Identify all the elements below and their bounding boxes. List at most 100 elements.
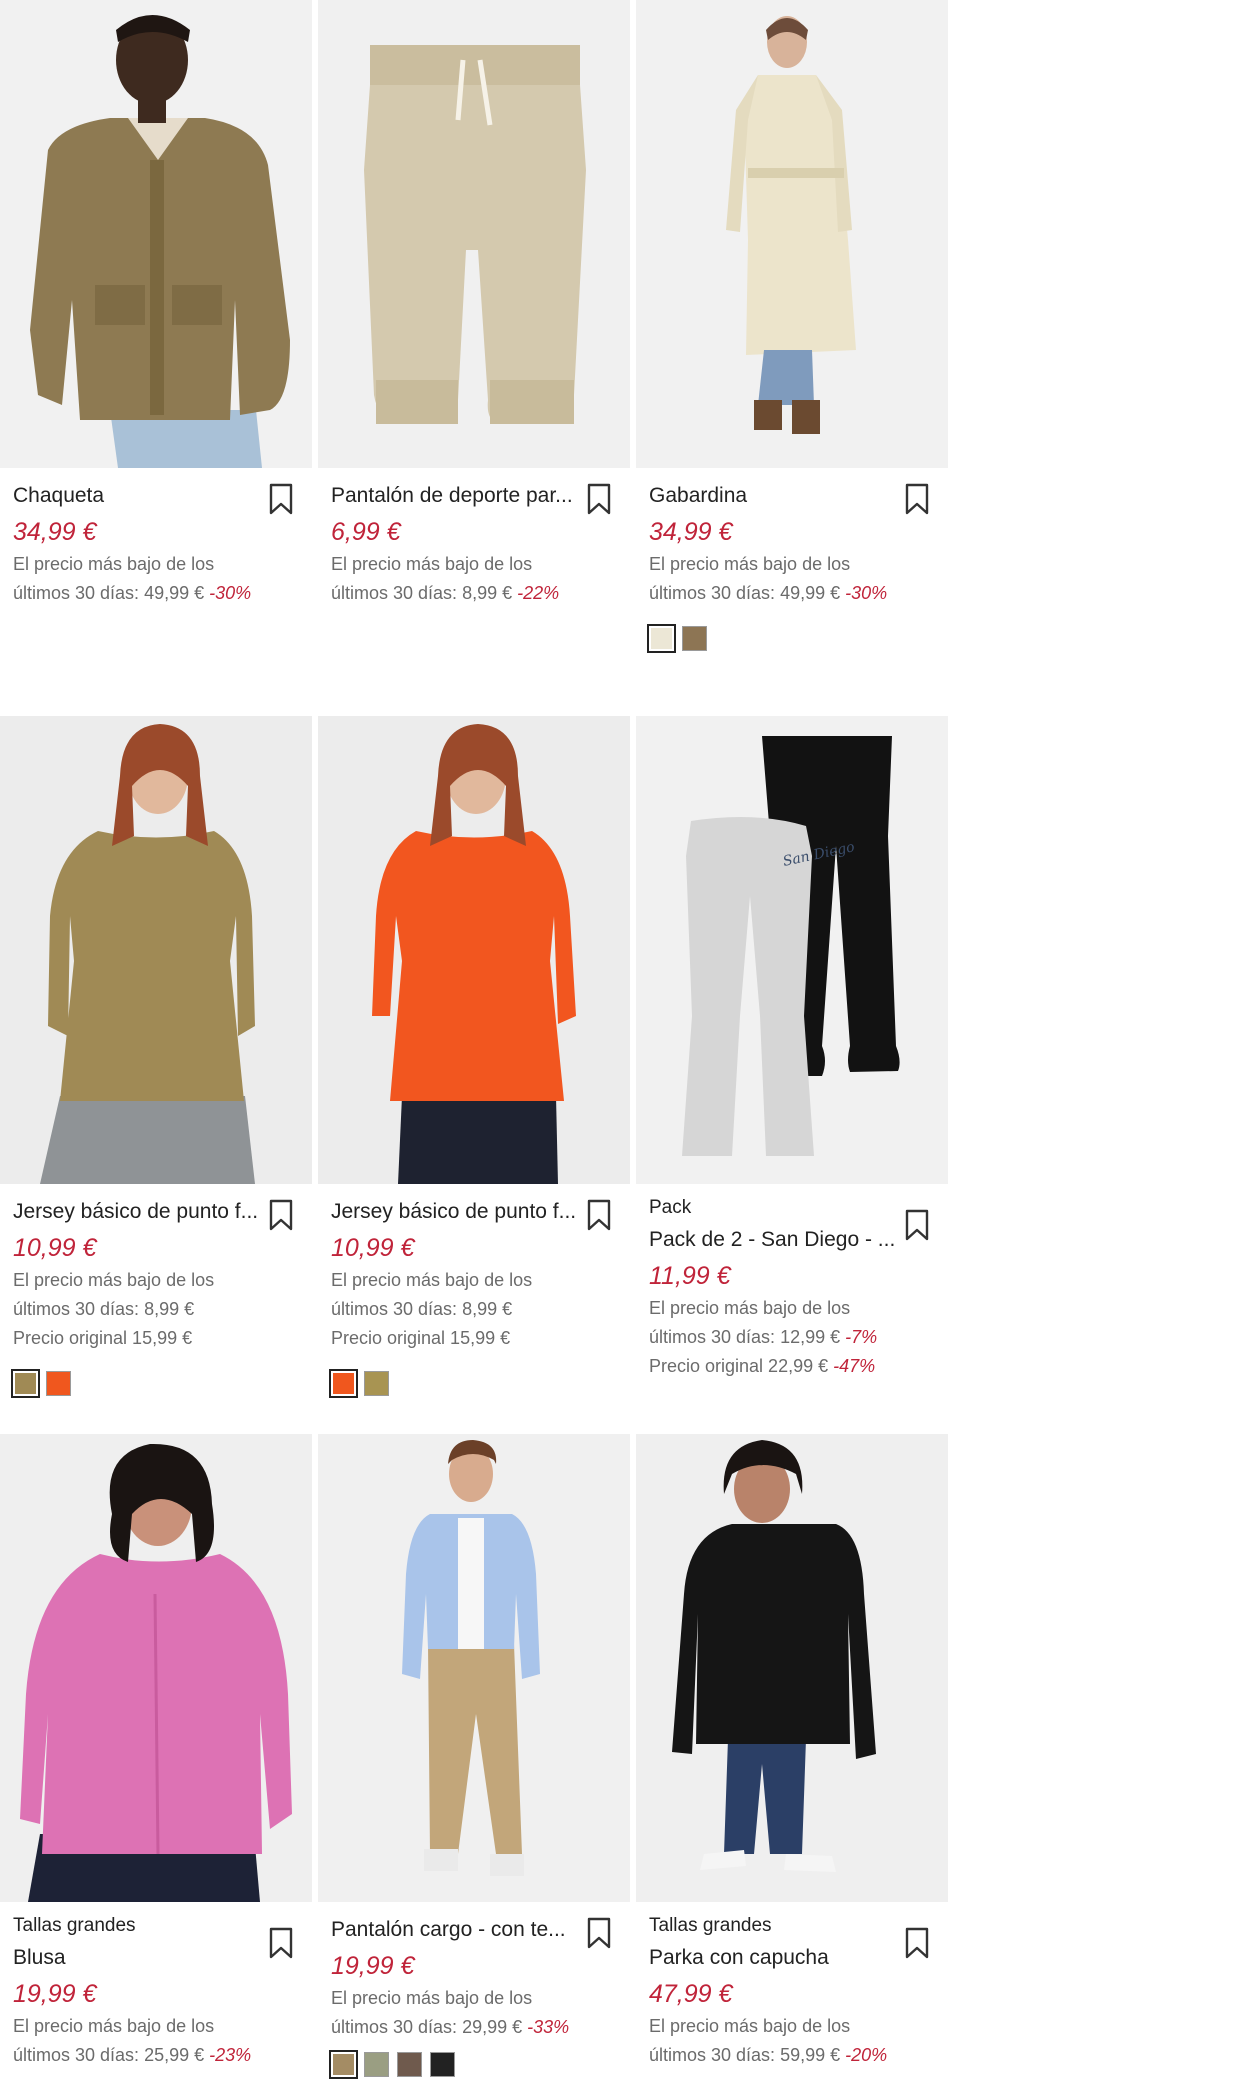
product-image[interactable] xyxy=(318,0,630,468)
product-name[interactable]: Pack de 2 - San Diego - ... xyxy=(649,1222,899,1258)
original-price-text: Precio original 22,99 € xyxy=(649,1356,829,1376)
product-image[interactable] xyxy=(318,1434,630,1902)
bookmark-icon[interactable] xyxy=(585,1916,613,1950)
product-price: 19,99 € xyxy=(13,1980,97,2008)
product-name[interactable]: Gabardina xyxy=(649,478,899,514)
discount-badge: -30% xyxy=(845,583,888,603)
lowest-price-label: El precio más bajo de los xyxy=(649,554,851,574)
color-swatch[interactable] xyxy=(329,2050,358,2079)
product-price: 6,99 € xyxy=(331,518,401,546)
man-cargo-pants-image xyxy=(318,1434,630,1902)
product-price: 47,99 € xyxy=(649,1980,733,2008)
discount-badge: -23% xyxy=(209,2045,252,2065)
bookmark-icon[interactable] xyxy=(903,1208,931,1242)
color-swatch[interactable] xyxy=(329,1369,358,1398)
bookmark-icon[interactable] xyxy=(267,482,295,516)
lowest-price-label: El precio más bajo de los xyxy=(331,1270,533,1290)
product-card[interactable]: Jersey básico de punto f... 10,99 € El p… xyxy=(0,716,312,1398)
color-swatches xyxy=(329,1369,630,1398)
lowest-price-text: últimos 30 días: 25,99 € xyxy=(13,2045,205,2065)
color-swatch[interactable] xyxy=(364,1371,389,1396)
product-name[interactable]: Pantalón cargo - con te... xyxy=(331,1912,581,1948)
product-name[interactable]: Blusa xyxy=(13,1940,263,1976)
woman-orange-sweater-image xyxy=(318,716,630,1184)
lowest-price-value: últimos 30 días: 12,99 € -7% xyxy=(649,1323,948,1352)
color-swatches xyxy=(11,1369,312,1398)
product-name[interactable]: Parka con capucha xyxy=(649,1940,899,1976)
bookmark-icon[interactable] xyxy=(903,1926,931,1960)
lowest-price-text: últimos 30 días: 59,99 € xyxy=(649,2045,841,2065)
product-image[interactable] xyxy=(636,0,948,468)
lowest-price-value: últimos 30 días: 8,99 € -22% xyxy=(331,579,630,608)
lowest-price-text: últimos 30 días: 49,99 € xyxy=(13,583,205,603)
lowest-price-value: últimos 30 días: 29,99 € -33% xyxy=(331,2013,630,2042)
product-card[interactable]: Gabardina 34,99 € El precio más bajo de … xyxy=(636,0,948,653)
lowest-price-label: El precio más bajo de los xyxy=(13,2016,215,2036)
lowest-price-label: El precio más bajo de los xyxy=(649,1298,851,1318)
product-card[interactable]: Tallas grandes Blusa 19,99 € El precio m… xyxy=(0,1434,312,2070)
lowest-price-value: últimos 30 días: 59,99 € -20% xyxy=(649,2041,948,2070)
original-price: Precio original 22,99 € -47% xyxy=(649,1352,948,1381)
product-image[interactable] xyxy=(0,716,312,1184)
discount-badge: -20% xyxy=(845,2045,888,2065)
product-name[interactable]: Jersey básico de punto f... xyxy=(13,1194,263,1230)
color-swatch[interactable] xyxy=(397,2052,422,2077)
beige-kids-joggers-image xyxy=(318,0,630,468)
product-card[interactable]: Tallas grandes Parka con capucha 47,99 €… xyxy=(636,1434,948,2070)
lowest-price-value: últimos 30 días: 49,99 € -30% xyxy=(13,579,312,608)
woman-trench-coat-image xyxy=(636,0,948,468)
product-image[interactable]: San Diego xyxy=(636,716,948,1184)
product-image[interactable] xyxy=(318,716,630,1184)
lowest-price-value: últimos 30 días: 8,99 € xyxy=(331,1299,513,1319)
product-card[interactable]: Jersey básico de punto f... 10,99 € El p… xyxy=(318,716,630,1398)
bookmark-icon[interactable] xyxy=(585,1198,613,1232)
lowest-price-text: últimos 30 días: 29,99 € xyxy=(331,2017,523,2037)
discount-badge: -7% xyxy=(845,1327,878,1347)
bookmark-icon[interactable] xyxy=(267,1198,295,1232)
lowest-price-text: últimos 30 días: 8,99 € xyxy=(331,583,513,603)
product-name[interactable]: Pantalón de deporte par... xyxy=(331,478,581,514)
lowest-price-label: El precio más bajo de los xyxy=(13,554,215,574)
product-price: 34,99 € xyxy=(13,518,97,546)
color-swatches xyxy=(647,624,948,653)
color-swatch[interactable] xyxy=(364,2052,389,2077)
product-name[interactable]: Jersey básico de punto f... xyxy=(331,1194,581,1230)
product-image[interactable] xyxy=(636,1434,948,1902)
bookmark-icon[interactable] xyxy=(903,482,931,516)
discount-badge: -47% xyxy=(833,1356,876,1376)
woman-olive-sweater-image xyxy=(0,716,312,1184)
color-swatch[interactable] xyxy=(682,626,707,651)
lowest-price-text: últimos 30 días: 49,99 € xyxy=(649,583,841,603)
discount-badge: -22% xyxy=(517,583,560,603)
product-price: 10,99 € xyxy=(331,1234,415,1262)
product-card[interactable]: Chaqueta 34,99 € El precio más bajo de l… xyxy=(0,0,312,608)
flared-leggings-pack-image: San Diego xyxy=(636,716,948,1184)
product-name[interactable]: Chaqueta xyxy=(13,478,263,514)
lowest-price-value: últimos 30 días: 8,99 € xyxy=(13,1299,195,1319)
lowest-price-value: últimos 30 días: 49,99 € -30% xyxy=(649,579,948,608)
product-card[interactable]: Pantalón de deporte par... 6,99 € El pre… xyxy=(318,0,630,608)
product-card[interactable]: San Diego Pack Pack de 2 - San Diego - .… xyxy=(636,716,948,1381)
lowest-price-value: últimos 30 días: 25,99 € -23% xyxy=(13,2041,312,2070)
bookmark-icon[interactable] xyxy=(585,482,613,516)
color-swatch[interactable] xyxy=(647,624,676,653)
product-price: 11,99 € xyxy=(649,1262,731,1290)
lowest-price-label: El precio más bajo de los xyxy=(649,2016,851,2036)
product-price: 10,99 € xyxy=(13,1234,97,1262)
original-price: Precio original 15,99 € xyxy=(331,1328,511,1348)
lowest-price-label: El precio más bajo de los xyxy=(13,1270,215,1290)
lowest-price-label: El precio más bajo de los xyxy=(331,1988,533,2008)
color-swatch[interactable] xyxy=(11,1369,40,1398)
lowest-price-text: últimos 30 días: 12,99 € xyxy=(649,1327,841,1347)
color-swatch[interactable] xyxy=(46,1371,71,1396)
original-price: Precio original 15,99 € xyxy=(13,1328,193,1348)
man-olive-jacket-image xyxy=(0,0,312,468)
product-image[interactable] xyxy=(0,1434,312,1902)
woman-black-parka-image xyxy=(636,1434,948,1902)
bookmark-icon[interactable] xyxy=(267,1926,295,1960)
product-image[interactable] xyxy=(0,0,312,468)
product-card[interactable]: Pantalón cargo - con te... 19,99 € El pr… xyxy=(318,1434,630,2079)
color-swatch[interactable] xyxy=(430,2052,455,2077)
product-price: 19,99 € xyxy=(331,1952,415,1980)
woman-pink-blouse-image xyxy=(0,1434,312,1902)
